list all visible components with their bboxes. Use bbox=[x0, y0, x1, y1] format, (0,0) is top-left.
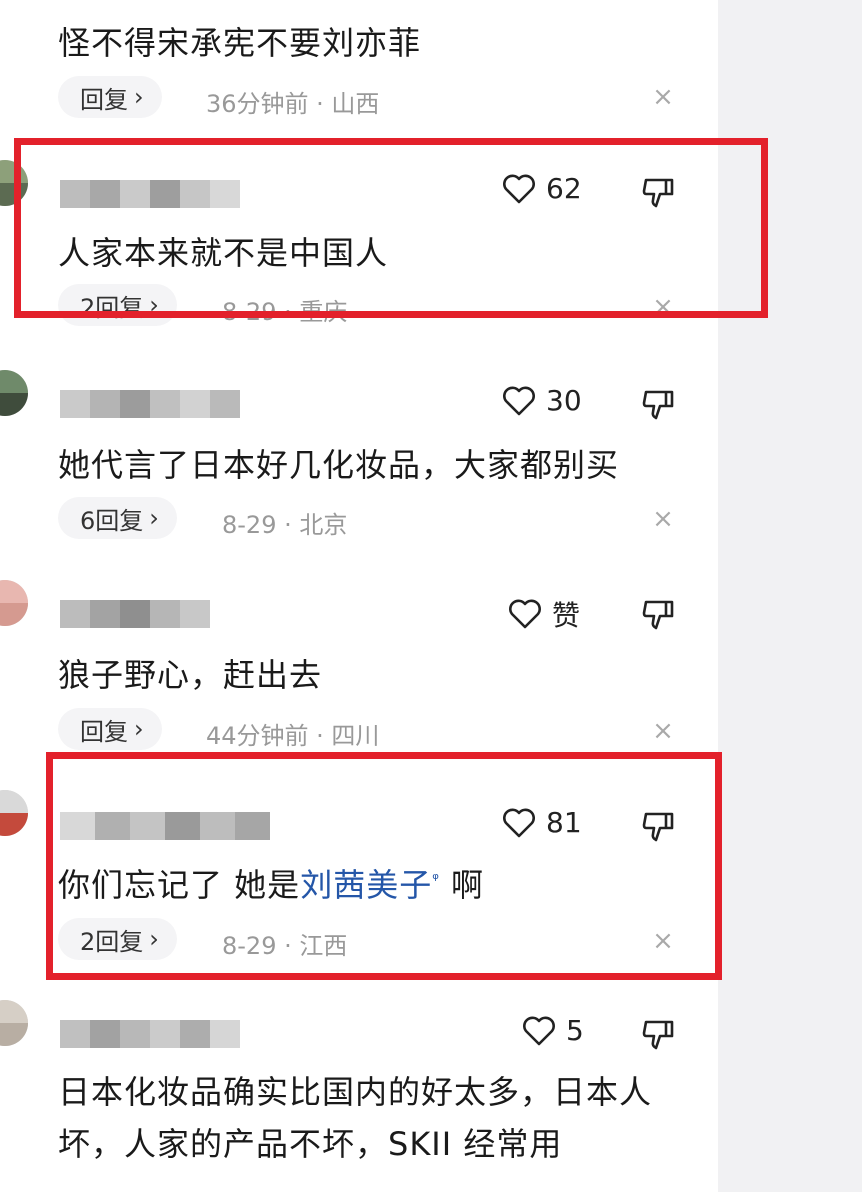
reply-label: 回复 bbox=[80, 85, 128, 114]
thumbs-down-icon[interactable] bbox=[640, 596, 676, 632]
comment-text: 日本化妆品确实比国内的好太多，日本人坏，人家的产品不坏，SKII 经常用 bbox=[58, 1073, 653, 1163]
avatar[interactable] bbox=[0, 790, 28, 836]
chevron-right-icon: › bbox=[134, 715, 144, 743]
close-icon[interactable]: × bbox=[652, 506, 674, 532]
thumbs-down-icon[interactable] bbox=[640, 1016, 676, 1052]
close-icon[interactable]: × bbox=[652, 718, 674, 744]
highlight-box bbox=[14, 138, 768, 318]
chevron-right-icon: › bbox=[134, 83, 144, 111]
like-button[interactable]: 赞 bbox=[508, 594, 580, 634]
blurred-username[interactable] bbox=[60, 600, 210, 628]
close-icon[interactable]: × bbox=[652, 84, 674, 110]
comment-text: 怪不得宋承宪不要刘亦菲 bbox=[58, 24, 422, 62]
like-count: 30 bbox=[546, 384, 582, 417]
avatar[interactable] bbox=[0, 580, 28, 626]
chevron-right-icon: › bbox=[149, 504, 159, 532]
reply-button[interactable]: 6回复 › bbox=[58, 497, 177, 539]
like-count: 赞 bbox=[552, 599, 581, 632]
comment-text: 她代言了日本好几化妆品，大家都别买 bbox=[58, 446, 620, 484]
comment-meta: 8-29 · 北京 bbox=[222, 511, 348, 539]
like-button[interactable]: 30 bbox=[502, 384, 582, 417]
like-count: 5 bbox=[566, 1014, 584, 1047]
heart-icon bbox=[503, 386, 535, 415]
highlight-box bbox=[46, 752, 722, 980]
comment-text: 狼子野心，赶出去 bbox=[58, 656, 323, 694]
avatar[interactable] bbox=[0, 370, 28, 416]
heart-icon bbox=[509, 599, 541, 629]
avatar[interactable] bbox=[0, 1000, 28, 1046]
heart-icon bbox=[523, 1016, 555, 1045]
blurred-username[interactable] bbox=[60, 390, 240, 418]
reply-button[interactable]: 回复 › bbox=[58, 76, 162, 118]
reply-label: 回复 bbox=[80, 717, 128, 746]
like-button[interactable]: 5 bbox=[522, 1014, 584, 1047]
comment-meta: 44分钟前 · 四川 bbox=[206, 722, 380, 750]
comment-meta: 36分钟前 · 山西 bbox=[206, 90, 380, 118]
reply-button[interactable]: 回复 › bbox=[58, 708, 162, 750]
reply-label: 6回复 bbox=[80, 506, 144, 535]
blurred-username[interactable] bbox=[60, 1020, 240, 1048]
thumbs-down-icon[interactable] bbox=[640, 386, 676, 422]
